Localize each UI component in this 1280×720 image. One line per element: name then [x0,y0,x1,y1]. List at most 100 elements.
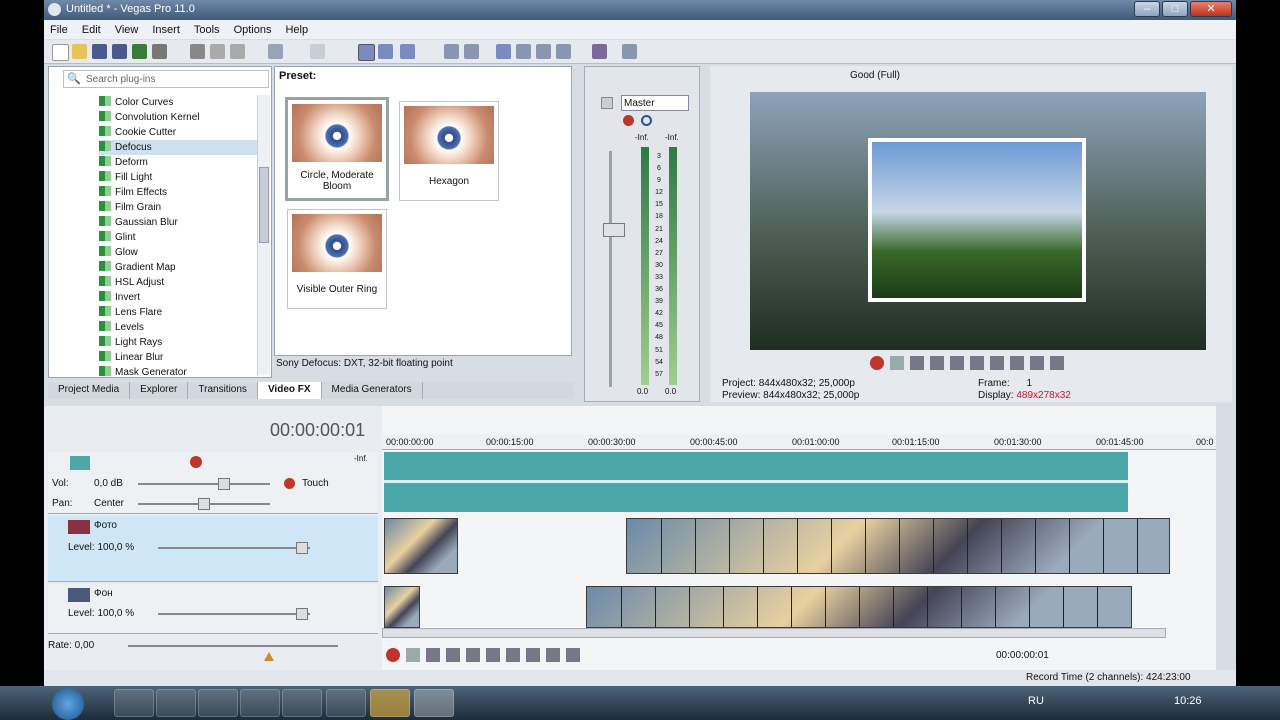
record-icon[interactable] [870,356,884,370]
play-from-start-icon[interactable] [426,648,440,662]
tab-explorer[interactable]: Explorer [130,382,189,399]
close-button[interactable]: ✕ [1190,1,1232,17]
loop-icon[interactable] [890,356,904,370]
plugin-item[interactable]: Lens Flare [99,305,259,320]
next-frame-icon[interactable] [1050,356,1064,370]
menu-help[interactable]: Help [285,24,308,36]
rate-slider[interactable] [128,645,338,647]
tab-video-fx[interactable]: Video FX [257,382,322,399]
plugin-item[interactable]: Fill Light [99,170,259,185]
zoom-tool-icon[interactable] [556,44,571,59]
properties-icon[interactable] [152,44,167,59]
menu-tools[interactable]: Tools [194,24,220,36]
prev-frame-icon[interactable] [1030,356,1044,370]
photo-clip[interactable] [384,518,458,574]
track-1-name[interactable]: Фото [94,520,117,531]
preset-hexagon[interactable]: Hexagon [399,101,499,201]
track-2-name[interactable]: Фон [94,588,113,599]
whats-this-icon[interactable] [622,44,637,59]
taskbar-media-icon[interactable] [198,689,238,717]
taskbar-folder-icon[interactable] [370,689,410,717]
search-input[interactable]: Search plug-ins [86,74,155,85]
cut-icon[interactable] [190,44,205,59]
menu-edit[interactable]: Edit [82,24,101,36]
stop-icon[interactable] [970,356,984,370]
rate-slider-thumb[interactable] [264,652,274,661]
plugin-item[interactable]: HSL Adjust [99,275,259,290]
volume-slider-thumb[interactable] [218,478,230,490]
system-clock[interactable]: 10:26 [1174,695,1202,707]
taskbar-file-icon[interactable] [240,689,280,717]
paste-icon[interactable] [230,44,245,59]
plugin-item[interactable]: Film Grain [99,200,259,215]
new-icon[interactable] [52,44,69,61]
tree-scroll-thumb[interactable] [259,167,269,243]
go-to-start-icon[interactable] [990,356,1004,370]
video-track-1-header[interactable]: Фото Level: 100,0 % [48,516,378,582]
next-frame-icon[interactable] [566,648,580,662]
copy-icon[interactable] [210,44,225,59]
mute-icon[interactable] [641,115,652,126]
taskbar-app-icon[interactable] [282,689,322,717]
minimize-button[interactable]: – [1134,1,1160,17]
pause-icon[interactable] [466,648,480,662]
plugin-item[interactable]: Deform [99,155,259,170]
go-to-start-icon[interactable] [506,648,520,662]
master-label[interactable]: Master [621,95,689,111]
loop-icon[interactable] [406,648,420,662]
plugin-item[interactable]: Cookie Cutter [99,125,259,140]
level-slider[interactable] [158,547,310,549]
play-icon[interactable] [930,356,944,370]
plugin-item[interactable]: Film Effects [99,185,259,200]
level-slider-thumb[interactable] [296,608,308,620]
record-icon[interactable] [386,648,400,662]
plugin-item[interactable]: Gaussian Blur [99,215,259,230]
ripple-edit-icon[interactable] [400,44,415,59]
save-as-icon[interactable] [112,44,127,59]
normal-edit-tool-icon[interactable] [496,44,511,59]
arm-record-icon[interactable] [190,456,202,468]
plugin-item-selected[interactable]: Defocus [99,140,259,155]
save-icon[interactable] [92,44,107,59]
timeline-scrollbar[interactable] [382,628,1166,638]
go-to-end-icon[interactable] [1010,356,1024,370]
taskbar-explorer-icon[interactable] [156,689,196,717]
preset-circle-moderate-bloom[interactable]: Circle, Moderate Bloom [285,97,389,201]
pause-icon[interactable] [950,356,964,370]
plugin-item[interactable]: Mask Generator [99,365,259,377]
open-icon[interactable] [72,44,87,59]
go-to-end-icon[interactable] [526,648,540,662]
envelope-tool-icon[interactable] [516,44,531,59]
prev-frame-icon[interactable] [546,648,560,662]
start-button[interactable] [52,688,84,720]
stop-icon[interactable] [486,648,500,662]
fx-icon[interactable] [284,478,295,489]
online-icon[interactable] [592,44,607,59]
plugin-item[interactable]: Glow [99,245,259,260]
audio-track-header[interactable]: Vol: 0,0 dB Touch Pan: Center -Inf. [48,452,378,514]
video-track-2-header[interactable]: Фон Level: 100,0 % [48,584,378,634]
selection-tool-icon[interactable] [536,44,551,59]
ignore-grouping-icon[interactable] [464,44,479,59]
preset-visible-outer-ring[interactable]: Visible Outer Ring [287,209,387,309]
menu-file[interactable]: File [50,24,68,36]
play-icon[interactable] [446,648,460,662]
maximize-button[interactable]: □ [1162,1,1188,17]
auto-crossfade-icon[interactable] [378,44,393,59]
language-indicator[interactable]: RU [1028,695,1044,707]
taskbar-ie-icon[interactable] [114,689,154,717]
time-ruler[interactable]: 00:00:00:00 00:00:15:00 00:00:30:00 00:0… [382,434,1216,450]
plugin-item[interactable]: Invert [99,290,259,305]
level-slider[interactable] [158,613,310,615]
master-fader-handle[interactable] [603,223,625,237]
level-slider-thumb[interactable] [296,542,308,554]
plugin-item[interactable]: Linear Blur [99,350,259,365]
tab-project-media[interactable]: Project Media [48,382,131,399]
plugin-item[interactable]: Color Curves [99,95,259,110]
search-box[interactable]: 🔍 Search plug-ins [63,70,269,88]
pan-slider-thumb[interactable] [198,498,210,510]
play-from-start-icon[interactable] [910,356,924,370]
redo-icon[interactable] [310,44,325,59]
lock-envelopes-icon[interactable] [444,44,459,59]
plugin-item[interactable]: Glint [99,230,259,245]
